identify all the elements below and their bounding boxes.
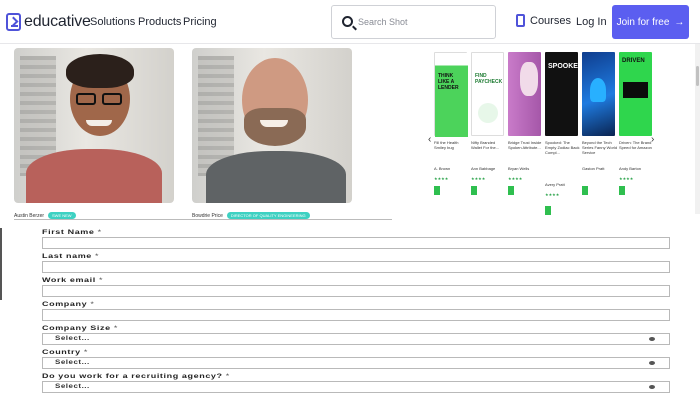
book-cover[interactable]: FIND PAYCHECK [471, 52, 504, 136]
person-photo-austin [14, 48, 174, 203]
green-tag-icon [471, 186, 477, 195]
educative-logo-icon [6, 13, 21, 31]
glasses-icon [76, 93, 96, 105]
book-subtitle: Nifty Branded Wallet For the... [471, 140, 500, 150]
book-cover[interactable] [508, 52, 541, 136]
star-rating-icon: ★★★★ [545, 192, 560, 197]
courses-link[interactable]: Courses [516, 14, 571, 27]
company-size-label: Company Size * [42, 324, 118, 332]
courses-label: Courses [530, 14, 571, 27]
caption-austin: Austin Berzer SWE NEW [14, 212, 76, 219]
divider [14, 219, 392, 220]
role-badge: DIRECTOR OF QUALITY ENGINEERING [226, 212, 310, 219]
star-rating-icon: ★★★★ [508, 176, 523, 181]
join-label: Join for free [616, 16, 670, 28]
green-tag-icon [508, 186, 514, 195]
person-name: Bowdrie Price [192, 212, 223, 219]
scrollbar[interactable] [695, 44, 700, 214]
last-name-label: Last name * [42, 252, 100, 260]
recruiting-agency-select[interactable]: Select... [42, 381, 670, 393]
book-subtitle: Driven: The Brand Speed for Amazon [619, 140, 652, 150]
person-beard [244, 108, 306, 146]
recruiting-agency-label: Do you work for a recruiting agency? * [42, 372, 230, 380]
book-subtitle: Spooked: The Empty Zodiac Back Compl... [545, 140, 580, 155]
book-cover[interactable]: THINK LIKE A LENDER [434, 52, 468, 137]
person-hair [66, 54, 134, 88]
nav-solutions[interactable]: Solutions [90, 16, 135, 28]
top-navbar: educative Solutions Products Pricing Cou… [0, 0, 700, 44]
first-name-label: First Name * [42, 228, 102, 236]
login-link[interactable]: Log In [576, 16, 607, 28]
search-input[interactable] [358, 14, 488, 30]
green-tag-icon [582, 186, 588, 195]
company-label: Company * [42, 300, 95, 308]
book-author: Bryan Wells [508, 166, 530, 171]
green-tag-icon [434, 186, 440, 195]
search-icon [342, 16, 353, 27]
dropdown-icon [649, 361, 655, 365]
country-label: Country * [42, 348, 88, 356]
last-name-field[interactable] [42, 261, 670, 273]
book-cover[interactable] [582, 52, 615, 136]
star-rating-icon: ★★★★ [619, 176, 634, 181]
green-tag-icon [619, 186, 625, 195]
join-for-free-button[interactable]: Join for free → [612, 5, 689, 39]
book-author: Ann Babbage [471, 166, 496, 171]
nav-pricing[interactable]: Pricing [183, 16, 217, 28]
book-author: Avery Pratt [545, 182, 565, 187]
shirt-shape [26, 149, 162, 203]
person-name: Austin Berzer [14, 212, 45, 219]
person-photo-bowdrie [192, 48, 352, 203]
star-rating-icon: ★★★★ [434, 176, 449, 181]
company-size-select[interactable]: Select... [42, 333, 670, 345]
work-email-label: Work email * [42, 276, 104, 284]
green-tag-icon [545, 206, 551, 215]
book-subtitle: Beyond the Tech Series Fanny World Servi… [582, 140, 618, 155]
scrollbar-thumb[interactable] [696, 66, 699, 86]
logo-text: educative [24, 13, 91, 30]
arrow-right-icon: → [674, 16, 685, 28]
book-carousel: ‹ › THINK LIKE A LENDER FIND PAYCHECK SP… [427, 48, 660, 218]
book-subtitle: Bridge Trust Inside Spoken Attribute... [508, 140, 542, 150]
book-cover[interactable]: DRIVEN [619, 52, 652, 136]
dropdown-icon [649, 337, 655, 341]
dropdown-icon [649, 385, 655, 389]
phone-icon [516, 14, 525, 27]
book-author: A. Brown [434, 166, 451, 171]
country-select[interactable]: Select... [42, 357, 670, 369]
company-field[interactable] [42, 309, 670, 321]
left-edge-rule [0, 228, 2, 300]
shirt-shape [206, 151, 346, 203]
carousel-prev-icon[interactable]: ‹ [428, 134, 431, 145]
role-badge: SWE NEW [48, 212, 76, 219]
page: educative Solutions Products Pricing Cou… [0, 0, 700, 400]
book-author: Andy Barton [619, 166, 642, 171]
book-subtitle: Fill the Health Smiley bug [434, 140, 459, 150]
book-cover[interactable]: SPOOKED [545, 52, 583, 136]
search-box[interactable] [331, 5, 496, 39]
smile [260, 120, 288, 127]
work-email-field[interactable] [42, 285, 670, 297]
book-author: Gaston Pratt [582, 166, 605, 171]
educative-logo[interactable]: educative [6, 10, 91, 34]
smile [86, 120, 112, 126]
caption-bowdrie: Bowdrie Price DIRECTOR OF QUALITY ENGINE… [192, 212, 310, 219]
nav-products[interactable]: Products [138, 16, 181, 28]
star-rating-icon: ★★★★ [471, 176, 486, 181]
first-name-field[interactable] [42, 237, 670, 249]
